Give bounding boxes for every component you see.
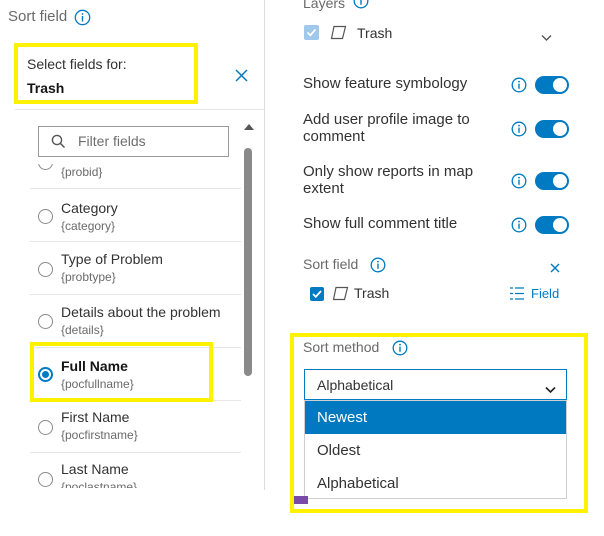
field-code: {pocfirstname} xyxy=(61,428,138,442)
profile-image-toggle[interactable] xyxy=(535,120,569,138)
toggle-row-map-extent: Only show reports in map extent xyxy=(290,163,580,199)
field-code: {category} xyxy=(61,219,116,233)
field-item-last-name[interactable]: Last Name {poclastname} xyxy=(15,452,241,488)
toggle-row-feature-symbology: Show feature symbology xyxy=(290,74,580,98)
feature-symbology-toggle[interactable] xyxy=(535,76,569,94)
toggle-row-full-comment-title: Show full comment title xyxy=(290,214,580,238)
toggle-label-line2: extent xyxy=(303,180,344,197)
highlight-box xyxy=(14,43,198,104)
info-icon[interactable] xyxy=(511,121,527,137)
field-item-first-name[interactable]: First Name {pocfirstname} xyxy=(15,400,241,452)
layer-name: Trash xyxy=(357,25,393,41)
close-icon[interactable] xyxy=(234,68,249,88)
left-panel-right-border xyxy=(264,0,265,490)
radio-button[interactable] xyxy=(38,472,53,487)
radio-button[interactable] xyxy=(38,209,53,224)
field-list-icon[interactable] xyxy=(509,286,525,306)
layer-checkbox[interactable] xyxy=(304,25,319,40)
layer-icon xyxy=(330,25,347,45)
info-icon[interactable] xyxy=(370,257,386,273)
info-icon[interactable] xyxy=(511,217,527,233)
field-label: Type of Problem xyxy=(61,251,163,267)
field-code: {poclastname} xyxy=(61,480,138,488)
info-icon[interactable] xyxy=(511,77,527,93)
radio-button[interactable] xyxy=(38,420,53,435)
field-code: {details} xyxy=(61,323,104,337)
info-icon[interactable] xyxy=(511,173,527,189)
sort-field-checkbox[interactable] xyxy=(310,287,324,301)
chevron-down-icon[interactable] xyxy=(541,29,552,47)
search-icon xyxy=(51,134,66,154)
field-label: First Name xyxy=(61,409,130,425)
filter-placeholder: Filter fields xyxy=(78,133,146,149)
sort-field-layer-name: Trash xyxy=(354,285,390,301)
divider xyxy=(15,109,264,110)
field-label: Last Name xyxy=(61,461,129,477)
highlight-box xyxy=(30,342,213,402)
partial-radio xyxy=(38,164,53,170)
radio-button[interactable] xyxy=(38,262,53,277)
field-label: Details about the problem xyxy=(61,304,221,320)
field-button[interactable]: Field xyxy=(531,286,559,301)
field-item-type-of-problem[interactable]: Type of Problem {probtype} xyxy=(15,241,241,293)
left-panel: Sort field Select fields for: Trash Filt… xyxy=(0,0,265,490)
field-item-category[interactable]: Category {category} xyxy=(15,188,241,240)
sort-field-heading: Sort field xyxy=(303,256,359,272)
toggle-label-line1: Add user profile image to xyxy=(303,111,470,128)
map-extent-toggle[interactable] xyxy=(535,172,569,190)
field-list: Category {category} Type of Problem {pro… xyxy=(15,188,241,488)
toggle-label: Show full comment title xyxy=(303,215,458,232)
toggle-label-line1: Only show reports in map xyxy=(303,163,474,180)
field-code: {probtype} xyxy=(61,270,116,284)
scroll-up-icon[interactable] xyxy=(243,118,255,136)
close-icon[interactable] xyxy=(550,260,560,278)
filter-fields-input[interactable]: Filter fields xyxy=(38,126,229,157)
field-item-details[interactable]: Details about the problem {details} xyxy=(15,294,241,346)
full-comment-title-toggle[interactable] xyxy=(535,216,569,234)
toggle-label: Show feature symbology xyxy=(303,75,468,92)
sort-field-heading: Sort field xyxy=(8,8,68,25)
info-icon[interactable] xyxy=(353,0,369,9)
toggle-label-line2: comment xyxy=(303,128,365,145)
field-label: Category xyxy=(61,200,118,216)
layers-heading: Layers xyxy=(303,0,346,11)
layer-icon xyxy=(332,286,349,306)
toggle-row-profile-image: Add user profile image to comment xyxy=(290,111,580,147)
scrollbar-thumb[interactable] xyxy=(244,148,252,376)
right-panel: Layers Trash Show feature symbology Add … xyxy=(290,0,590,515)
info-icon[interactable] xyxy=(74,9,91,26)
radio-button[interactable] xyxy=(38,314,53,329)
highlight-box xyxy=(290,333,588,513)
partial-field-code: {probid} xyxy=(61,165,103,179)
